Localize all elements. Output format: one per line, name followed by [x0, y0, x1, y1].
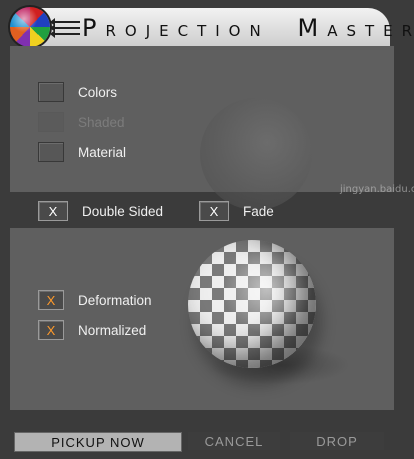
- shaded-checkbox: [38, 112, 64, 132]
- colors-option[interactable]: Colors: [38, 82, 117, 102]
- double-sided-option[interactable]: X Double Sided: [38, 201, 163, 221]
- deformation-checkbox[interactable]: X: [38, 290, 64, 310]
- zbrush-sphere-logo-icon: [10, 7, 50, 47]
- projection-master-dialog: PROJECTION MASTER Colors Shaded Material…: [0, 0, 414, 459]
- deformation-option[interactable]: X Deformation: [38, 290, 152, 310]
- watermark-text: jingyan.baidu.com: [340, 184, 414, 195]
- checkered-sphere-preview: [188, 240, 316, 368]
- fade-option[interactable]: X Fade: [199, 201, 274, 221]
- double-sided-label: Double Sided: [82, 203, 164, 219]
- material-option[interactable]: Material: [38, 142, 126, 162]
- normalized-option[interactable]: X Normalized: [38, 320, 146, 340]
- shaded-label: Shaded: [78, 114, 125, 130]
- drop-button[interactable]: DROP: [290, 432, 384, 450]
- fade-label: Fade: [243, 203, 274, 219]
- deformation-label: Deformation: [78, 292, 152, 308]
- colors-label: Colors: [78, 84, 118, 100]
- cancel-button[interactable]: CANCEL: [188, 432, 280, 450]
- projection-arrows-icon: [50, 17, 80, 38]
- shaded-option: Shaded: [38, 112, 125, 132]
- normalized-label: Normalized: [78, 322, 147, 338]
- colors-checkbox[interactable]: [38, 82, 64, 102]
- pickup-now-button[interactable]: PICKUP NOW: [14, 432, 182, 452]
- dialog-title: PROJECTION MASTER: [82, 14, 414, 42]
- fade-checkbox[interactable]: X: [199, 201, 229, 221]
- material-checkbox[interactable]: [38, 142, 64, 162]
- double-sided-checkbox[interactable]: X: [38, 201, 68, 221]
- material-label: Material: [78, 144, 127, 160]
- material-options-panel: Colors Shaded Material: [10, 46, 394, 210]
- normalized-checkbox[interactable]: X: [38, 320, 64, 340]
- shaded-sphere-preview: [200, 98, 312, 210]
